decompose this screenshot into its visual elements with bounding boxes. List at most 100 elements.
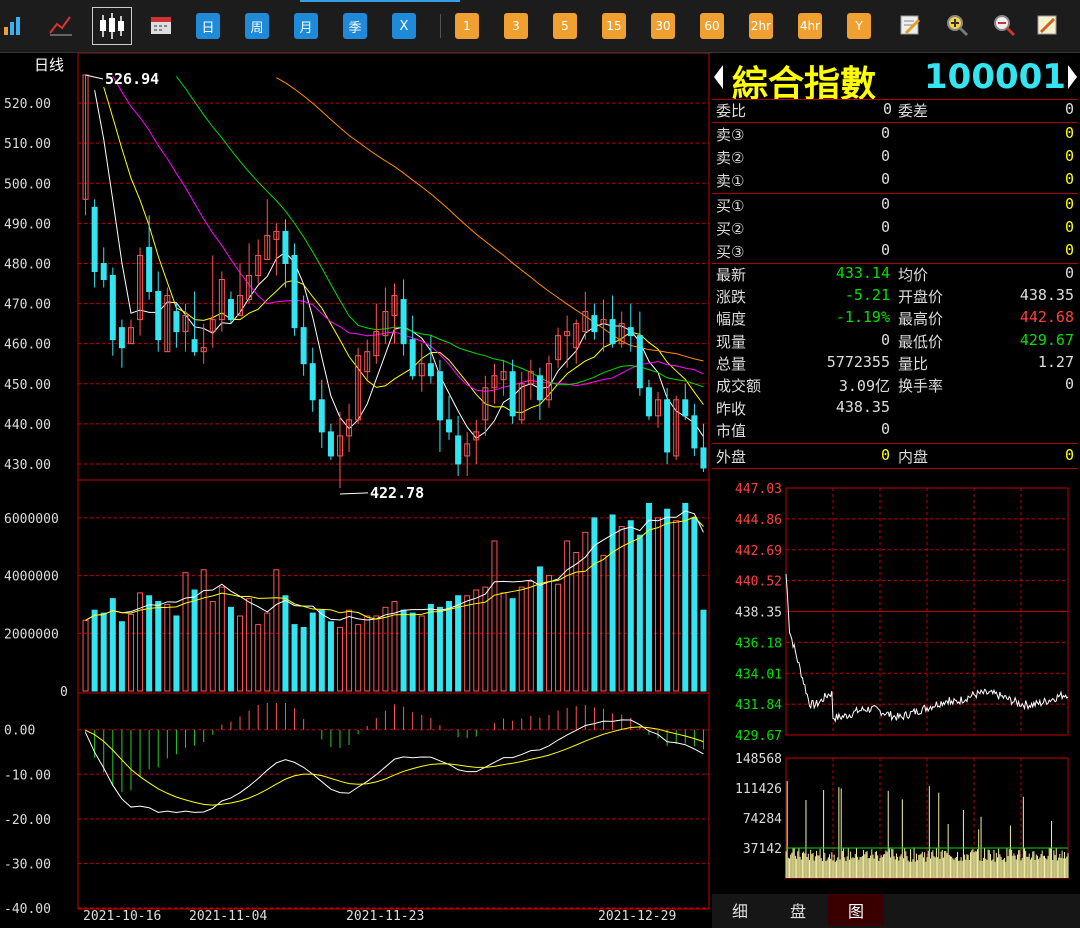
pct-label: 幅度 xyxy=(716,310,747,328)
calendar-icon[interactable] xyxy=(147,11,175,39)
period-label: 日线 xyxy=(34,56,64,74)
candle-body xyxy=(300,327,307,365)
macd-dif-line xyxy=(85,719,704,813)
hour-2-button[interactable]: 2hr xyxy=(749,13,773,39)
low-label: 最低价 xyxy=(898,333,944,351)
candle-body xyxy=(664,399,671,453)
open-value: 438.35 xyxy=(1019,286,1074,304)
volume-bar xyxy=(400,609,407,692)
tab-detail[interactable]: 细 xyxy=(712,894,768,926)
volume-bar xyxy=(618,526,625,692)
level-price: 0 xyxy=(880,170,890,188)
amount-value: 3.09亿 xyxy=(838,377,890,395)
minute-3-button[interactable]: 3 xyxy=(504,13,528,39)
line-chart-icon[interactable] xyxy=(47,11,75,39)
period-week-button[interactable]: 周 xyxy=(245,13,269,39)
volume-bar xyxy=(582,531,589,692)
latest-row: 最新 433.14 均价 0 xyxy=(712,263,1080,285)
turnover-label: 换手率 xyxy=(898,377,944,395)
level-price: 0 xyxy=(880,195,890,213)
volume-bar xyxy=(309,612,316,692)
total-vol-value: 5772355 xyxy=(826,353,890,371)
bar-chart-icon[interactable] xyxy=(0,11,28,39)
sell-row: 卖③ 0 0 xyxy=(712,123,1080,145)
period-day-button[interactable]: 日 xyxy=(196,13,220,39)
period-month-button[interactable]: 月 xyxy=(294,13,318,39)
candle-body xyxy=(700,447,707,469)
tab-chart[interactable]: 图 xyxy=(828,894,884,926)
zoom-out-icon[interactable] xyxy=(990,11,1018,39)
kline-chart[interactable]: 520.00 510.00 500.00 490.00 480.00 470.00 460.… xyxy=(0,53,712,928)
volume-bar xyxy=(209,601,216,692)
hour-4-button[interactable]: 4hr xyxy=(798,13,822,39)
intraday-chart[interactable]: 447.03 444.86 442.69 440.52 438.35 436.18 434.… xyxy=(712,473,1080,893)
minute-5-button[interactable]: 5 xyxy=(553,13,577,39)
next-stock-icon[interactable] xyxy=(1068,65,1078,89)
price-tick-label: 440.00 xyxy=(4,418,51,433)
level-label: 卖③ xyxy=(716,126,745,144)
volume-bar xyxy=(282,595,289,692)
candle-body xyxy=(227,299,234,321)
bottom-tabs: 细 盘 图 xyxy=(712,894,1080,928)
minute-15-button[interactable]: 15 xyxy=(602,13,626,39)
candle-body xyxy=(436,371,443,421)
volume-bar xyxy=(673,520,680,692)
volume-bar xyxy=(327,621,334,692)
toolbar-separator xyxy=(440,14,441,38)
chart-frame xyxy=(77,53,710,910)
year-button[interactable]: Y xyxy=(847,13,871,39)
volume-bar xyxy=(564,540,571,692)
high-value: 442.68 xyxy=(1019,308,1074,326)
volume-bar xyxy=(446,601,453,692)
level-volume: 0 xyxy=(1064,195,1074,213)
change-label: 涨跌 xyxy=(716,288,747,306)
candle-body xyxy=(282,230,289,264)
divider xyxy=(712,468,1078,469)
volume-bar xyxy=(146,595,153,692)
tab-orderbook[interactable]: 盘 xyxy=(770,894,826,926)
pencil-icon[interactable] xyxy=(1033,11,1061,39)
minute-1-button[interactable]: 1 xyxy=(455,13,479,39)
price-tick-label: 480.00 xyxy=(4,257,51,272)
open-label: 开盘价 xyxy=(898,288,944,306)
volume-bar xyxy=(682,502,689,692)
intraday-volume-tick: 111426 xyxy=(735,782,782,797)
volume-bar xyxy=(255,624,262,692)
volume-bar xyxy=(118,621,125,692)
sell-row: 卖① 0 0 xyxy=(712,169,1080,191)
weicha-label: 委差 xyxy=(898,102,929,120)
volume-bar xyxy=(346,609,353,692)
prev-stock-icon[interactable] xyxy=(714,65,724,89)
ma-5-line xyxy=(94,90,704,439)
volume-bar xyxy=(591,517,598,692)
volume-bar xyxy=(82,619,89,692)
macd-tick-label: -30.00 xyxy=(4,857,51,872)
minute-30-button[interactable]: 30 xyxy=(651,13,675,39)
volume-bar xyxy=(491,540,498,692)
volume-bar xyxy=(382,606,389,692)
quote-panel: 綜合指數 100001 委比 0 委差 0 卖③ 0 0 卖② 0 0 卖① 0 0 买① 0 0 买②… xyxy=(712,53,1080,928)
volume-bar xyxy=(473,589,480,692)
minute-60-button[interactable]: 60 xyxy=(700,13,724,39)
edit-note-icon[interactable] xyxy=(896,11,924,39)
period-x-button[interactable]: X xyxy=(392,13,416,39)
cur-vol-row: 现量 0 最低价 429.67 xyxy=(712,330,1080,352)
latest-value: 433.14 xyxy=(835,264,890,282)
price-tick-label: 500.00 xyxy=(4,177,51,192)
level-price: 0 xyxy=(880,147,890,165)
candlestick-icon[interactable] xyxy=(92,7,132,45)
volume-bar xyxy=(373,615,380,692)
candle-body xyxy=(309,363,316,401)
level-label: 买① xyxy=(716,197,745,215)
mktcap-label: 市值 xyxy=(716,422,747,440)
price-tick-label: 460.00 xyxy=(4,338,51,353)
volume-bar xyxy=(464,595,471,692)
buy-row: 买① 0 0 xyxy=(712,194,1080,216)
period-quarter-button[interactable]: 季 xyxy=(343,13,367,39)
volume-bar xyxy=(364,615,371,692)
volume-bar xyxy=(455,595,462,692)
volume-tick-label: 0 xyxy=(60,685,68,700)
volume-bar xyxy=(355,624,362,692)
date-label: 2021-11-23 xyxy=(346,909,424,924)
zoom-in-icon[interactable] xyxy=(943,11,971,39)
